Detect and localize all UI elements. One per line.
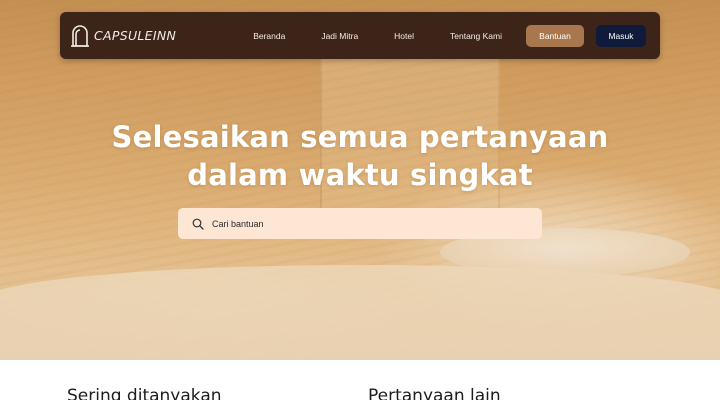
hero-headline: Selesaikan semua pertanyaan dalam waktu …: [0, 118, 720, 194]
login-button[interactable]: Masuk: [596, 24, 646, 47]
top-navbar: CAPSULEINN Beranda Jadi Mitra Hotel Tent…: [60, 12, 660, 59]
brand-logo[interactable]: CAPSULEINN: [70, 24, 176, 48]
search-icon: [192, 218, 204, 230]
nav-links: Beranda Jadi Mitra Hotel Tentang Kami Ba…: [253, 24, 646, 47]
help-sections: Sering ditanyakan Pertanyaan lain: [0, 360, 720, 400]
brand-name: CAPSULEINN: [94, 28, 177, 43]
search-bar[interactable]: [178, 208, 542, 239]
nav-link-beranda[interactable]: Beranda: [253, 31, 285, 41]
hero-headline-line2: dalam waktu singkat: [187, 158, 533, 192]
help-button[interactable]: Bantuan: [526, 24, 584, 47]
nav-link-hotel[interactable]: Hotel: [394, 31, 414, 41]
capsule-logo-icon: [71, 24, 89, 47]
nav-link-jadi-mitra[interactable]: Jadi Mitra: [321, 31, 358, 41]
search-input[interactable]: [212, 218, 512, 229]
nav-link-tentang-kami[interactable]: Tentang Kami: [450, 31, 502, 41]
hero-headline-line1: Selesaikan semua pertanyaan: [111, 120, 609, 154]
faq-section-title: Sering ditanyakan: [67, 386, 222, 400]
other-questions-section-title: Pertanyaan lain: [368, 386, 501, 400]
